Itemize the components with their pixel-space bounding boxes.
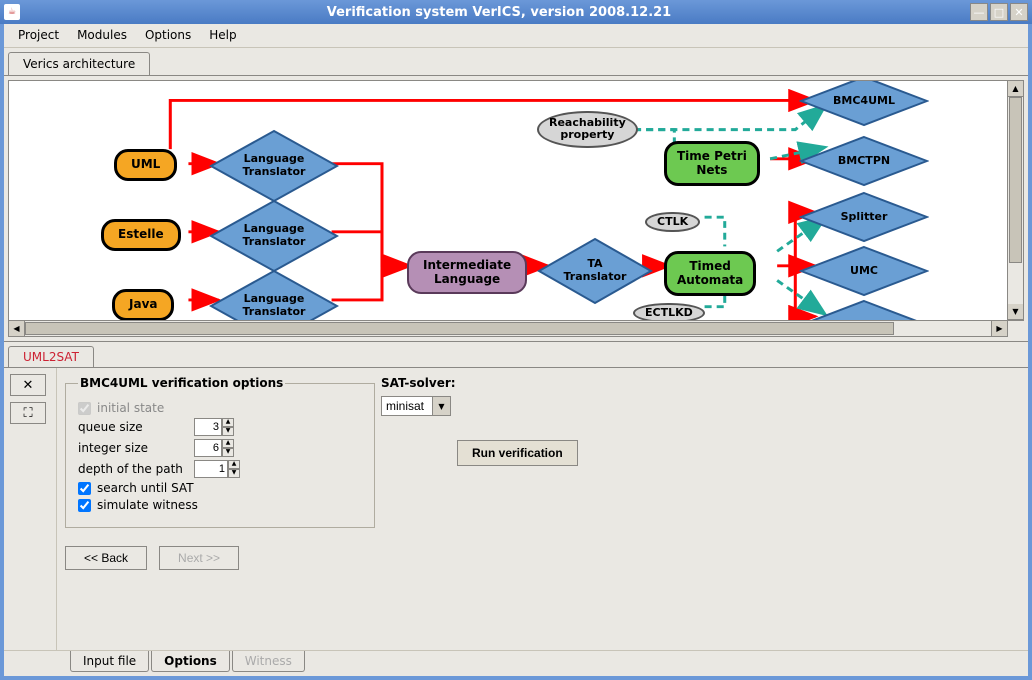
lower-panel: UML2SAT ✕ ⛶ BMC4UML verification options… <box>4 342 1028 676</box>
depth-spinner[interactable]: ▲▼ <box>194 460 240 478</box>
simulate-witness-checkbox[interactable] <box>78 499 91 512</box>
lower-sidebar: ✕ ⛶ <box>4 368 56 650</box>
run-verification-button[interactable]: Run verification <box>457 440 578 466</box>
scroll-down-button[interactable]: ▼ <box>1008 304 1023 320</box>
maximize-button[interactable]: □ <box>990 3 1008 21</box>
search-until-sat-checkbox[interactable] <box>78 482 91 495</box>
sat-solver-value[interactable] <box>381 396 433 416</box>
close-icon: ✕ <box>23 378 34 393</box>
minimize-button[interactable]: — <box>970 3 988 21</box>
bmc4uml-options-fieldset: BMC4UML verification options initial sta… <box>65 376 375 528</box>
menu-options[interactable]: Options <box>137 25 199 45</box>
scroll-up-button[interactable]: ▲ <box>1008 81 1023 97</box>
spin-down-button[interactable]: ▼ <box>222 448 234 457</box>
initial-state-label: initial state <box>97 401 164 415</box>
tab-uml2sat[interactable]: UML2SAT <box>8 346 94 367</box>
spin-up-button[interactable]: ▲ <box>222 439 234 448</box>
architecture-diagram[interactable]: UML Estelle Java Language Translator Lan… <box>8 80 1008 321</box>
sat-solver-label: SAT-solver: <box>381 376 456 390</box>
node-reachability-property[interactable]: Reachability property <box>537 111 638 148</box>
node-timed-automata[interactable]: Timed Automata <box>664 251 756 297</box>
menubar: Project Modules Options Help <box>4 24 1028 48</box>
node-estelle[interactable]: Estelle <box>101 219 181 251</box>
queue-size-input[interactable] <box>194 418 222 436</box>
queue-size-spinner[interactable]: ▲▼ <box>194 418 234 436</box>
sat-solver-select[interactable]: ▼ <box>381 396 456 416</box>
node-uml[interactable]: UML <box>114 149 177 181</box>
tab-witness: Witness <box>232 651 305 672</box>
depth-label: depth of the path <box>78 462 188 476</box>
dropdown-icon[interactable]: ▼ <box>433 396 451 416</box>
expand-icon: ⛶ <box>23 406 32 421</box>
close-module-button[interactable]: ✕ <box>10 374 46 396</box>
initial-state-checkbox <box>78 402 91 415</box>
options-content: BMC4UML verification options initial sta… <box>56 368 1028 650</box>
scroll-right-button[interactable]: ▶ <box>991 321 1007 336</box>
diagram-panel: UML Estelle Java Language Translator Lan… <box>4 76 1028 342</box>
options-legend: BMC4UML verification options <box>78 376 285 390</box>
scroll-thumb[interactable] <box>1009 97 1022 263</box>
depth-input[interactable] <box>194 460 228 478</box>
tab-input-file[interactable]: Input file <box>70 651 149 672</box>
lower-tabstrip: UML2SAT <box>4 342 1028 367</box>
node-ctlk[interactable]: CTLK <box>645 212 700 233</box>
window-title: Verification system VerICS, version 2008… <box>28 5 970 20</box>
node-ectlkd[interactable]: ECTLKD <box>633 303 705 321</box>
spin-up-button[interactable]: ▲ <box>222 418 234 427</box>
search-until-sat-label: search until SAT <box>97 481 194 495</box>
node-java[interactable]: Java <box>112 289 174 321</box>
menu-project[interactable]: Project <box>10 25 67 45</box>
back-button[interactable]: << Back <box>65 546 147 570</box>
java-icon: ☕ <box>4 4 20 20</box>
node-intermediate-language[interactable]: Intermediate Language <box>407 251 527 295</box>
expand-module-button[interactable]: ⛶ <box>10 402 46 424</box>
spin-down-button[interactable]: ▼ <box>228 469 240 478</box>
spin-down-button[interactable]: ▼ <box>222 427 234 436</box>
integer-size-spinner[interactable]: ▲▼ <box>194 439 234 457</box>
menu-help[interactable]: Help <box>201 25 244 45</box>
integer-size-label: integer size <box>78 441 188 455</box>
diagram-horizontal-scrollbar[interactable]: ◀ ▶ <box>8 321 1008 337</box>
spin-up-button[interactable]: ▲ <box>228 460 240 469</box>
tab-verics-architecture[interactable]: Verics architecture <box>8 52 150 75</box>
scroll-thumb-h[interactable] <box>25 322 894 335</box>
window-titlebar: ☕ Verification system VerICS, version 20… <box>0 0 1032 24</box>
simulate-witness-label: simulate witness <box>97 498 198 512</box>
next-button: Next >> <box>159 546 239 570</box>
tab-options[interactable]: Options <box>151 651 230 672</box>
node-time-petri-nets[interactable]: Time Petri Nets <box>664 141 760 187</box>
close-button[interactable]: ✕ <box>1010 3 1028 21</box>
menu-modules[interactable]: Modules <box>69 25 135 45</box>
integer-size-input[interactable] <box>194 439 222 457</box>
queue-size-label: queue size <box>78 420 188 434</box>
top-tabstrip: Verics architecture <box>4 48 1028 76</box>
scroll-left-button[interactable]: ◀ <box>9 321 25 336</box>
diagram-vertical-scrollbar[interactable]: ▲ ▼ <box>1008 80 1024 321</box>
bottom-tabstrip: Input file Options Witness <box>4 650 1028 676</box>
